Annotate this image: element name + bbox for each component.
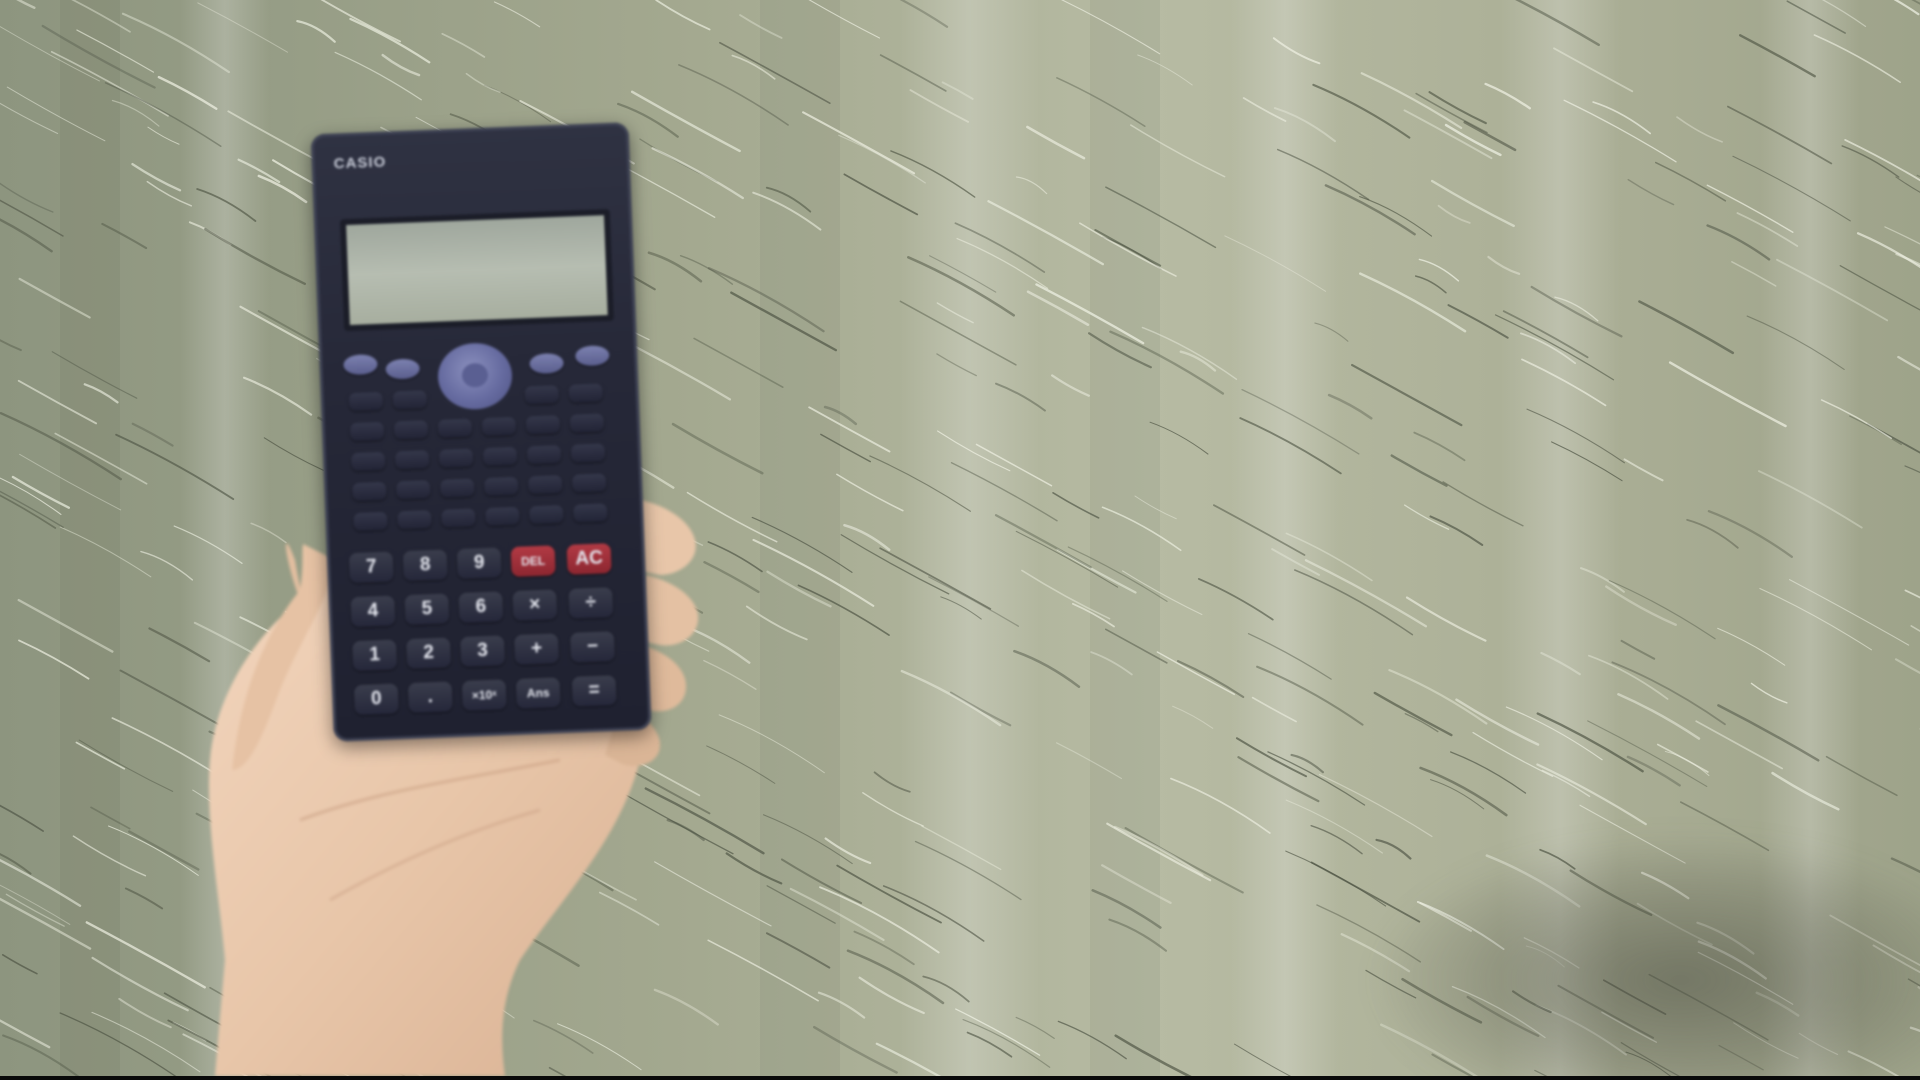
key-: × (512, 589, 558, 621)
function-key (352, 481, 387, 502)
key-: ÷ (568, 587, 614, 619)
key-: − (569, 631, 616, 663)
function-key (394, 450, 430, 470)
mode-key (529, 352, 564, 375)
key-5: 5 (404, 593, 450, 626)
function-key (350, 451, 386, 472)
shift-key (343, 353, 378, 376)
calculator: CASIO 7 8 9 DEL AC 4 5 6 × ÷ 1 2 3 + − 0. ×10ˣ Ans = (310, 122, 652, 742)
key-2: 2 (406, 637, 452, 670)
key-10: ×10ˣ (461, 679, 507, 711)
function-key (438, 448, 474, 468)
photo-scene: CASIO 7 8 9 DEL AC 4 5 6 × ÷ 1 2 3 + − 0. ×10ˣ Ans = (0, 0, 1920, 1076)
function-key (439, 478, 475, 498)
key-1: 1 (352, 639, 398, 672)
function-key (571, 473, 607, 493)
function-key (349, 421, 385, 442)
function-key (485, 506, 520, 526)
key-9: 9 (456, 547, 502, 580)
function-key (573, 503, 608, 523)
key-ans: Ans (515, 677, 561, 709)
key-4: 4 (350, 595, 396, 628)
key-6: 6 (458, 591, 504, 624)
key-: + (513, 633, 560, 665)
function-key (482, 446, 518, 466)
key-: . (407, 681, 453, 714)
function-key (437, 418, 473, 438)
key-: = (571, 675, 617, 707)
function-key (441, 508, 476, 528)
key-del: DEL (510, 545, 556, 577)
function-key (570, 443, 606, 463)
key-8: 8 (402, 549, 448, 582)
calculator-display (339, 208, 614, 332)
frame-edge (0, 1076, 1920, 1080)
on-key (574, 345, 610, 367)
function-key (526, 444, 562, 465)
function-key (525, 415, 561, 435)
function-key (568, 383, 604, 403)
alpha-key (385, 358, 421, 380)
hand (208, 500, 699, 1076)
function-key (397, 510, 432, 530)
function-key (529, 504, 564, 525)
function-key (527, 474, 563, 495)
function-key (524, 385, 560, 405)
function-key (353, 511, 388, 531)
function-key (483, 476, 519, 496)
key-3: 3 (460, 635, 506, 667)
key-7: 7 (348, 551, 394, 584)
function-key (569, 413, 605, 433)
function-key (348, 391, 384, 412)
function-key (481, 416, 517, 436)
replay-pad (436, 341, 514, 411)
function-key (395, 480, 431, 500)
key-0: 0 (353, 683, 399, 716)
calculator-brand: CASIO (333, 153, 387, 173)
function-key (392, 390, 428, 410)
key-ac: AC (566, 543, 612, 575)
function-key (393, 420, 429, 440)
